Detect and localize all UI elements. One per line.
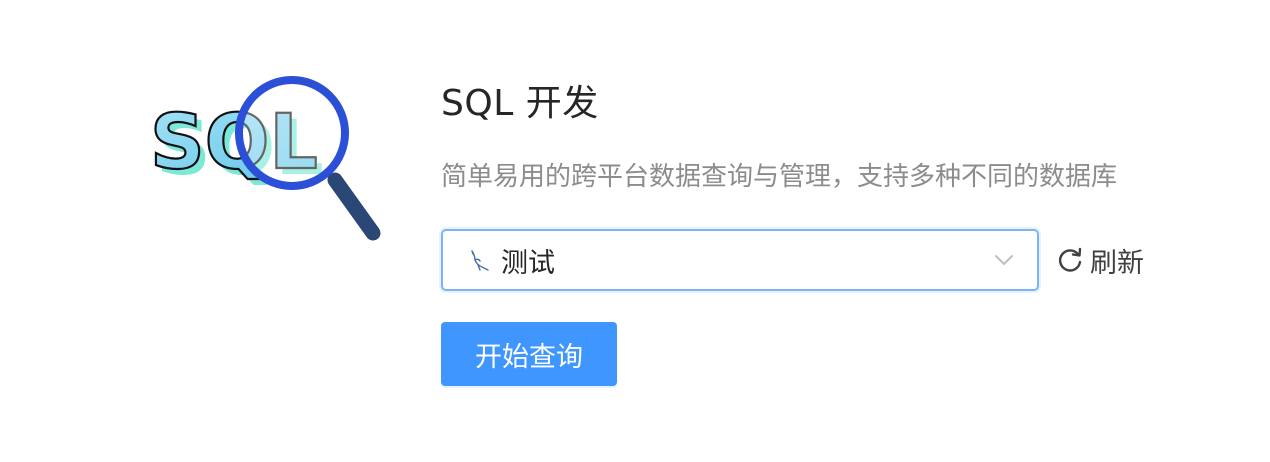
page-subtitle: 简单易用的跨平台数据查询与管理，支持多种不同的数据库 [441,162,1118,192]
sql-dev-page: SQL SQL SQL 开发 简单易用的跨平台数据查询与管理，支持多种不同的数据… [0,0,1270,462]
refresh-button[interactable]: 刷新 [1056,241,1144,280]
chevron-down-icon [995,255,1013,265]
datasource-row: 测试 刷新 [441,229,1221,291]
mysql-dolphin-icon [465,246,493,274]
datasource-selected-value: 测试 [501,247,555,279]
start-query-button[interactable]: 开始查询 [441,322,617,386]
refresh-icon [1058,247,1082,272]
sql-magnifier-illustration: SQL SQL [140,70,390,250]
sql-dev-content: SQL 开发 简单易用的跨平台数据查询与管理，支持多种不同的数据库 测试 刷新 … [441,80,1221,386]
magnifier-handle [327,172,381,241]
page-title: SQL 开发 [441,83,599,124]
refresh-label: 刷新 [1090,247,1144,279]
datasource-select[interactable]: 测试 [441,229,1039,291]
sql-illustration-svg: SQL SQL [149,76,381,241]
